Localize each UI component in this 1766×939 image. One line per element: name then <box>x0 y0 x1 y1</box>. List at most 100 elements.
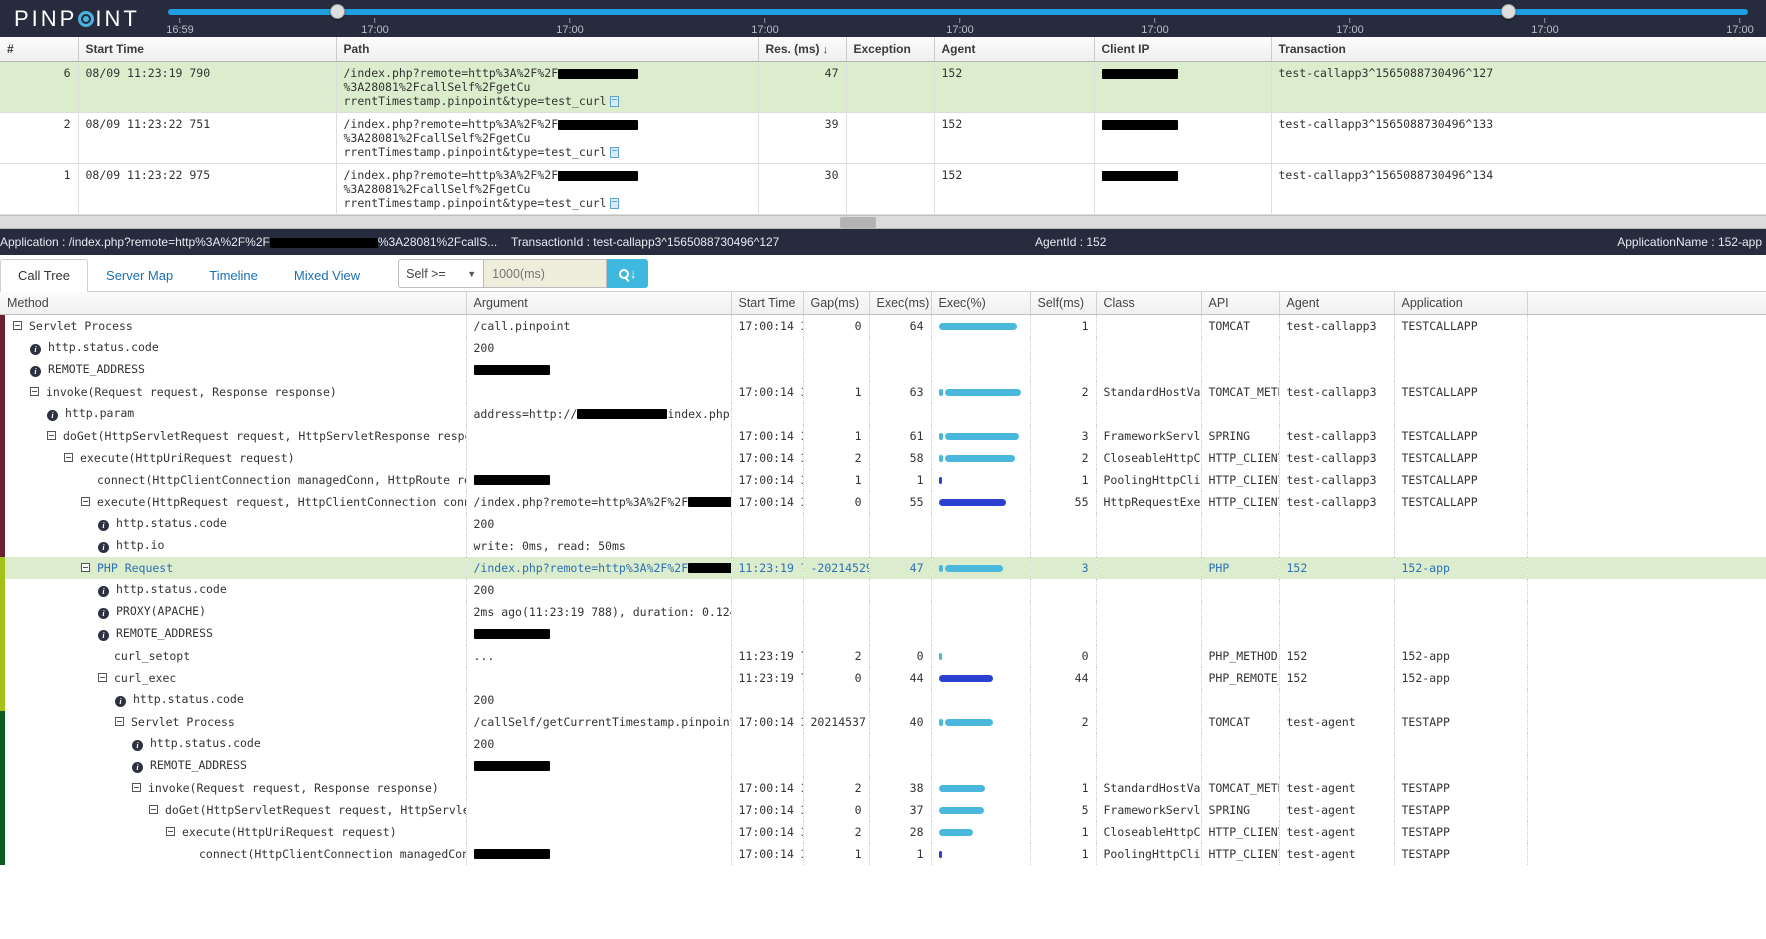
ct-cell-method[interactable]: curl_setopt <box>0 644 467 667</box>
ct-cell-method[interactable]: PHP Request <box>0 556 467 579</box>
slider-handle-left[interactable] <box>330 4 345 19</box>
call-tree-row[interactable]: execute(HttpRequest request, HttpClientC… <box>0 490 1766 513</box>
call-tree-row[interactable]: i http.status.code 200 <box>0 732 1766 755</box>
ct-cell-method[interactable]: i http.status.code <box>0 512 467 535</box>
ct-cell-method[interactable]: i REMOTE_ADDRESS <box>0 358 467 381</box>
tab-timeline[interactable]: Timeline <box>191 259 276 292</box>
ct-col-class[interactable]: Class <box>1096 292 1202 315</box>
collapse-toggle-icon[interactable] <box>81 496 90 506</box>
call-tree-row[interactable]: i PROXY(APACHE) 2ms ago(11:23:19 788), dur… <box>0 600 1766 623</box>
collapse-toggle-icon[interactable] <box>166 826 175 836</box>
ct-cell-method[interactable]: connect(HttpClientConnection managedConn… <box>0 468 467 491</box>
tab-mixed-view[interactable]: Mixed View <box>276 259 378 292</box>
ct-cell-method[interactable]: curl_exec <box>0 666 467 689</box>
call-tree-row[interactable]: curl_setopt...11:23:19 792200PHP_METHOD1… <box>0 644 1766 667</box>
call-tree-row[interactable]: curl_exec11:23:19 79204444PHP_REMOTE_…15… <box>0 666 1766 689</box>
call-tree-row[interactable]: Servlet Process/callSelf/getCurrentTimes… <box>0 710 1766 733</box>
ct-col-gap-ms[interactable]: Gap(ms) <box>803 292 870 315</box>
ct-cell-method[interactable]: i http.status.code <box>0 336 467 359</box>
call-tree-row[interactable]: connect(HttpClientConnection managedConn… <box>0 468 1766 491</box>
call-tree-row[interactable]: i http.status.code 200 <box>0 578 1766 601</box>
call-tree-row[interactable]: i REMOTE_ADDRESS <box>0 754 1766 777</box>
call-tree-row[interactable]: i http.io write: 0ms, read: 50ms <box>0 534 1766 557</box>
slider-handle-right[interactable] <box>1501 4 1516 19</box>
ct-cell-method[interactable]: doGet(HttpServletRequest request, HttpSe… <box>0 798 467 821</box>
scrollbar-thumb[interactable] <box>840 217 876 228</box>
detail-doc-icon[interactable] <box>609 147 619 158</box>
tx-col-agent[interactable]: Agent <box>934 37 1095 62</box>
search-button[interactable]: ↓ <box>607 259 649 288</box>
call-tree-row[interactable]: Servlet Process/call.pinpoint17:00:14 31… <box>0 314 1766 337</box>
ct-col-argument[interactable]: Argument <box>466 292 732 315</box>
ct-cell-method[interactable]: i http.status.code <box>0 578 467 601</box>
ct-cell-method[interactable]: doGet(HttpServletRequest request, HttpSe… <box>0 424 467 447</box>
ct-col-agent[interactable]: Agent <box>1279 292 1395 315</box>
detail-doc-icon[interactable] <box>609 96 619 107</box>
collapse-toggle-icon[interactable] <box>30 386 39 396</box>
ct-cell-method[interactable]: i PROXY(APACHE) <box>0 600 467 623</box>
call-tree-panel[interactable]: Method Argument Start Time Gap(ms) Exec(ms) E… <box>0 292 1766 939</box>
time-range-slider[interactable]: 16:59 17:00 17:00 17:00 17:00 17:00 17:00 17:00… <box>160 0 1756 37</box>
ct-cell-method[interactable]: i http.status.code <box>0 688 467 711</box>
call-tree-row[interactable]: i http.param address=http://index.php?r <box>0 402 1766 425</box>
call-tree-row[interactable]: invoke(Request request, Response respons… <box>0 380 1766 403</box>
ct-cell-method[interactable]: i http.param <box>0 402 467 425</box>
call-tree-row[interactable]: doGet(HttpServletRequest request, HttpSe… <box>0 424 1766 447</box>
ct-cell-method[interactable]: i http.status.code <box>0 732 467 755</box>
collapse-toggle-icon[interactable] <box>132 782 141 792</box>
call-tree-row[interactable]: doGet(HttpServletRequest request, HttpSe… <box>0 798 1766 821</box>
collapse-toggle-icon[interactable] <box>81 562 90 572</box>
call-tree-row[interactable]: PHP Request/index.php?remote=http%3A%2F%… <box>0 556 1766 579</box>
call-tree-row[interactable]: i http.status.code 200 <box>0 512 1766 535</box>
ct-cell-method[interactable]: Servlet Process <box>0 710 467 733</box>
collapse-toggle-icon[interactable] <box>64 452 73 462</box>
ct-cell-method[interactable]: execute(HttpUriRequest request) <box>0 820 467 843</box>
call-tree-row[interactable]: i REMOTE_ADDRESS <box>0 622 1766 645</box>
call-tree-row[interactable]: i http.status.code 200 <box>0 336 1766 359</box>
tx-col-transaction[interactable]: Transaction <box>1271 37 1766 62</box>
table-row[interactable]: 6 08/09 11:23:19 790/index.php?remote=htt… <box>0 61 1766 113</box>
table-row[interactable]: 1 08/09 11:23:22 975/index.php?remote=htt… <box>0 163 1766 215</box>
ct-col-application[interactable]: Application <box>1394 292 1528 315</box>
collapse-toggle-icon[interactable] <box>98 672 107 682</box>
collapse-toggle-icon[interactable] <box>13 320 22 330</box>
table-row[interactable]: 2 08/09 11:23:22 751/index.php?remote=htt… <box>0 112 1766 164</box>
collapse-toggle-icon[interactable] <box>115 716 124 726</box>
tx-col-start-time[interactable]: Start Time <box>78 37 337 62</box>
ct-col-exec[interactable]: Exec(%) <box>931 292 1031 315</box>
collapse-toggle-icon[interactable] <box>149 804 158 814</box>
call-tree-row[interactable]: i REMOTE_ADDRESS <box>0 358 1766 381</box>
horizontal-scrollbar[interactable] <box>0 215 1766 228</box>
tx-col-res-ms[interactable]: Res. (ms) ↓ <box>758 37 847 62</box>
tx-col-exception[interactable]: Exception <box>846 37 935 62</box>
ct-cell-method[interactable]: i http.io <box>0 534 467 557</box>
ct-col-method[interactable]: Method <box>0 292 467 315</box>
tab-call-tree[interactable]: Call Tree <box>0 259 89 292</box>
ct-cell-method[interactable]: connect(HttpClientConnection managedConn… <box>0 842 467 865</box>
ct-col-exec-ms[interactable]: Exec(ms) <box>869 292 932 315</box>
collapse-toggle-icon[interactable] <box>47 430 56 440</box>
threshold-input[interactable] <box>484 259 608 288</box>
call-tree-row[interactable]: invoke(Request request, Response respons… <box>0 776 1766 799</box>
self-filter-select[interactable]: Self >= ▼ <box>398 259 485 288</box>
call-tree-row[interactable]: i http.status.code 200 <box>0 688 1766 711</box>
tx-col-client-ip[interactable]: Client IP <box>1094 37 1272 62</box>
call-tree-row[interactable]: connect(HttpClientConnection managedConn… <box>0 842 1766 865</box>
tx-col-[interactable]: # <box>0 37 79 62</box>
ct-col-self-ms[interactable]: Self(ms) <box>1030 292 1097 315</box>
ct-cell-agent <box>1279 688 1395 711</box>
ct-cell-method[interactable]: i REMOTE_ADDRESS <box>0 622 467 645</box>
ct-cell-method[interactable]: invoke(Request request, Response respons… <box>0 380 467 403</box>
ct-cell-method[interactable]: execute(HttpRequest request, HttpClientC… <box>0 490 467 513</box>
detail-doc-icon[interactable] <box>609 198 619 209</box>
ct-cell-method[interactable]: invoke(Request request, Response respons… <box>0 776 467 799</box>
call-tree-row[interactable]: execute(HttpUriRequest request) 17:00:14 … <box>0 446 1766 469</box>
call-tree-row[interactable]: execute(HttpUriRequest request) 17:00:14 … <box>0 820 1766 843</box>
ct-cell-method[interactable]: Servlet Process <box>0 314 467 337</box>
ct-cell-method[interactable]: i REMOTE_ADDRESS <box>0 754 467 777</box>
tab-server-map[interactable]: Server Map <box>88 259 191 292</box>
ct-col-api[interactable]: API <box>1201 292 1280 315</box>
ct-cell-method[interactable]: execute(HttpUriRequest request) <box>0 446 467 469</box>
tx-col-path[interactable]: Path <box>336 37 759 62</box>
ct-col-start-time[interactable]: Start Time <box>731 292 804 315</box>
